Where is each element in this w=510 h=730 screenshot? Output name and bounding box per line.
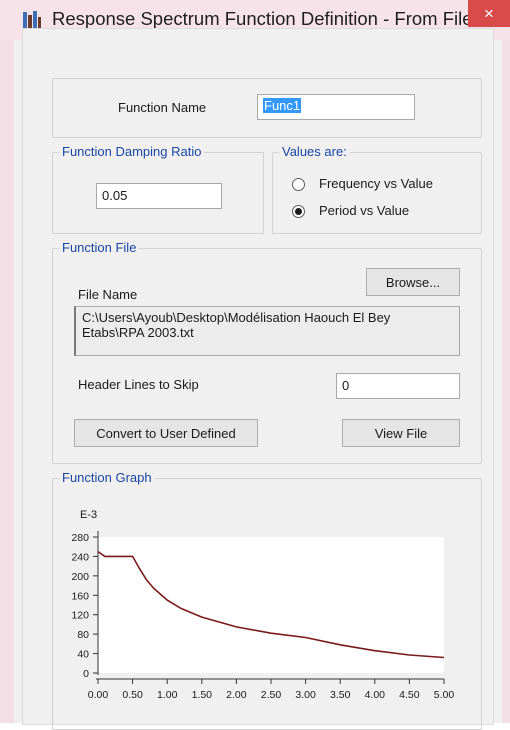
x-tick-label: 3.00	[295, 689, 316, 701]
file-name-label: File Name	[78, 287, 138, 302]
x-tick-label: 0.50	[122, 689, 143, 701]
y-tick-label: 160	[71, 590, 89, 602]
frequency-vs-value-radio[interactable]	[292, 178, 305, 191]
x-tick-label: 1.00	[157, 689, 178, 701]
x-tick-label: 1.50	[192, 689, 213, 701]
window-frame-left	[0, 40, 14, 723]
y-tick-label: 120	[71, 610, 89, 622]
x-tick-label: 0.00	[88, 689, 109, 701]
x-tick-label: 2.00	[226, 689, 247, 701]
y-tick-label: 240	[71, 551, 89, 563]
damping-ratio-title: Function Damping Ratio	[59, 144, 205, 159]
values-are-title: Values are:	[279, 144, 350, 159]
x-tick-label: 4.50	[399, 689, 420, 701]
header-lines-input[interactable]: 0	[336, 373, 460, 399]
browse-button[interactable]: Browse...	[366, 268, 460, 296]
function-graph-chart: E-3 0 40 80 120 160 200 240 280 0.00 0.50 1.00 1.50…	[71, 509, 455, 701]
period-vs-value-label[interactable]: Period vs Value	[319, 203, 409, 218]
x-tick-label: 4.00	[365, 689, 386, 701]
y-exponent-label: E-3	[80, 509, 97, 521]
y-tick-label: 200	[71, 571, 89, 583]
function-name-label: Function Name	[118, 100, 207, 115]
frequency-vs-value-label[interactable]: Frequency vs Value	[319, 176, 433, 191]
function-file-title: Function File	[59, 240, 140, 255]
close-icon: ×	[484, 3, 494, 23]
period-vs-value-radio[interactable]	[292, 205, 305, 218]
close-button[interactable]: ×	[468, 0, 510, 27]
x-tick-label: 2.50	[261, 689, 282, 701]
function-name-value: Func1	[263, 98, 302, 113]
values-are-group: Values are:	[272, 144, 482, 234]
y-tick-label: 280	[71, 532, 89, 544]
window-title: Response Spectrum Function Definition - …	[52, 8, 473, 29]
view-file-button[interactable]: View File	[342, 419, 460, 447]
convert-to-user-defined-button[interactable]: Convert to User Defined	[74, 419, 258, 447]
x-tick-label: 3.50	[330, 689, 351, 701]
window-frame-right	[502, 40, 510, 723]
function-name-input[interactable]: Func1	[257, 94, 415, 120]
y-tick-label: 40	[77, 649, 89, 661]
y-tick-label: 0	[83, 668, 89, 680]
header-lines-label: Header Lines to Skip	[78, 377, 199, 392]
app-icon	[23, 11, 41, 28]
y-tick-label: 80	[77, 629, 89, 641]
file-path-display: C:\Users\Ayoub\Desktop\Modélisation Haou…	[74, 306, 460, 356]
damping-ratio-input[interactable]: 0.05	[96, 183, 222, 209]
x-tick-label: 5.00	[434, 689, 455, 701]
function-graph-title: Function Graph	[59, 470, 155, 485]
